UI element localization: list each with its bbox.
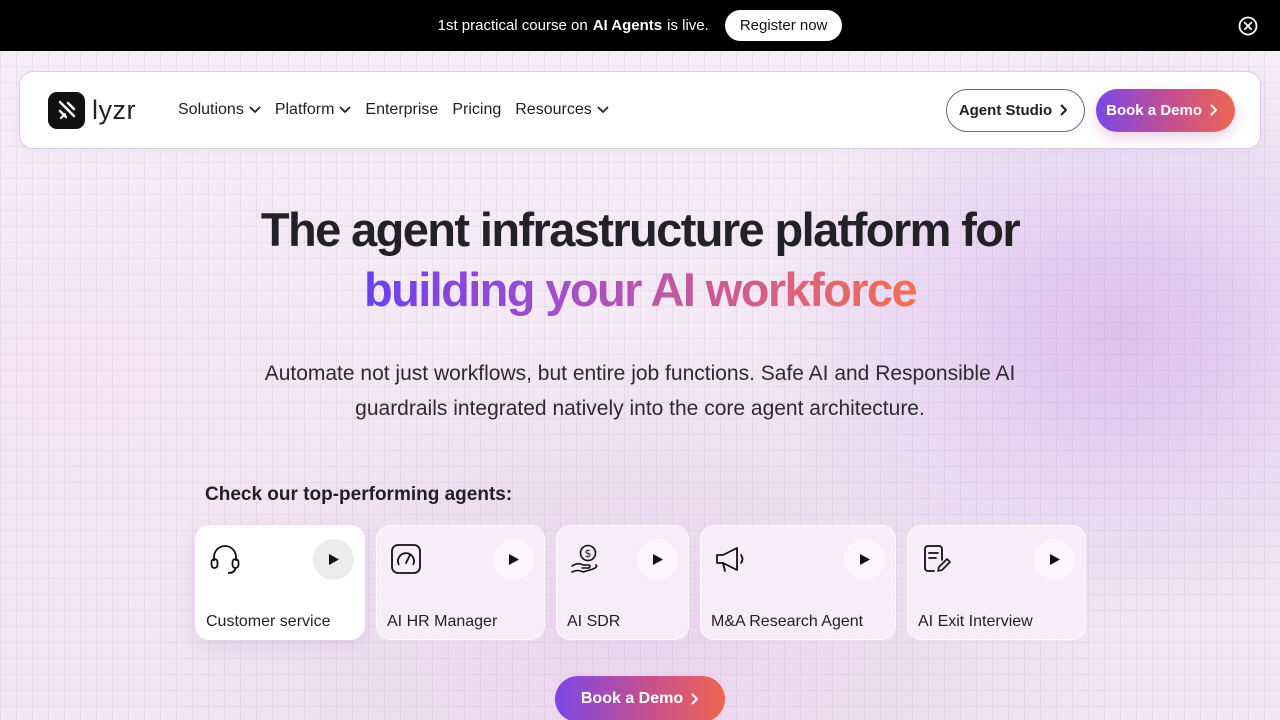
hero-title-line1: The agent infrastructure platform for (260, 203, 1021, 256)
chevron-right-icon (1060, 104, 1068, 116)
announcement-bar: 1st practical course on AI Agents is liv… (0, 0, 1280, 51)
hero-subtitle-line2: guardrails integrated natively into the … (355, 397, 925, 420)
nav-actions: Agent Studio Book a Demo (945, 88, 1235, 132)
nav-item-label: Solutions (178, 101, 244, 118)
announcement-text-before: 1st practical course on (437, 17, 588, 34)
agent-card-label: AI SDR (567, 613, 621, 630)
nav-menu: Solutions Platform Enterprise Pricing Re… (178, 101, 609, 119)
logo[interactable]: lyzr (48, 91, 136, 129)
agent-card-label: Customer service (206, 613, 331, 630)
close-announcement-button[interactable] (1238, 16, 1258, 36)
close-icon (1238, 16, 1258, 36)
hero-book-demo-button[interactable]: Book a Demo (555, 676, 725, 720)
play-icon (1049, 554, 1060, 565)
book-demo-label: Book a Demo (1106, 101, 1202, 119)
hero-subtitle-line1: Automate not just workflows, but entire … (264, 362, 1016, 385)
nav-item-label: Resources (515, 101, 592, 118)
headset-icon (210, 545, 240, 574)
register-now-button[interactable]: Register now (724, 10, 843, 41)
play-button[interactable] (313, 539, 354, 580)
agent-card-label: AI Exit Interview (918, 613, 1033, 630)
agent-card-ma-research[interactable]: M&A Research Agent (700, 525, 896, 640)
hero-section: The agent infrastructure platform for bu… (0, 200, 1280, 426)
nav-item-pricing[interactable]: Pricing (452, 101, 501, 119)
agent-card-ai-hr-manager[interactable]: AI HR Manager (376, 525, 545, 640)
gauge-icon (391, 544, 421, 574)
play-icon (328, 554, 339, 565)
nav-item-label: Platform (274, 101, 335, 118)
agent-card-label: M&A Research Agent (711, 613, 864, 630)
agent-card-ai-sdr[interactable]: $ AI SDR (556, 525, 689, 640)
announcement-text-bold: AI Agents (592, 17, 663, 34)
megaphone-icon (716, 547, 744, 572)
book-demo-button[interactable]: Book a Demo (1096, 88, 1235, 132)
play-button[interactable] (637, 539, 678, 580)
chevron-down-icon (249, 106, 261, 113)
agent-card-ai-exit-interview[interactable]: AI Exit Interview (907, 525, 1086, 640)
play-button[interactable] (844, 539, 885, 580)
svg-text:$: $ (585, 547, 592, 560)
nav-item-resources[interactable]: Resources (515, 101, 609, 119)
hero-subtitle: Automate not just workflows, but entire … (0, 356, 1280, 426)
agent-studio-button[interactable]: Agent Studio (945, 88, 1086, 132)
announcement-text: 1st practical course on AI Agents is liv… (438, 17, 709, 34)
chevron-down-icon (597, 106, 609, 113)
nav-item-solutions[interactable]: Solutions (178, 101, 261, 119)
agent-card-customer-service[interactable]: Customer service (195, 525, 365, 640)
logo-text: lyzr (92, 94, 136, 125)
hero-title-line2: building your AI workforce (364, 260, 918, 320)
play-icon (652, 554, 663, 565)
money-hand-icon: $ (571, 544, 598, 573)
chevron-down-icon (340, 106, 351, 113)
agent-card-label: AI HR Manager (387, 613, 498, 630)
chevron-right-icon (691, 693, 699, 705)
agent-studio-label: Agent Studio (958, 101, 1053, 119)
main-nav: lyzr Solutions Platform Enterprise Prici… (19, 71, 1261, 149)
lyzr-logo-icon (48, 91, 85, 129)
nav-item-label: Enterprise (365, 101, 439, 118)
nav-item-label: Pricing (452, 101, 502, 118)
chevron-right-icon (1210, 104, 1217, 116)
agents-heading: Check our top-performing agents: (205, 484, 513, 505)
play-button[interactable] (1034, 539, 1075, 580)
play-icon (859, 554, 870, 565)
hero-book-demo-label: Book a Demo (580, 690, 684, 707)
nav-item-platform[interactable]: Platform (275, 101, 352, 119)
play-icon (508, 554, 519, 565)
play-button[interactable] (493, 539, 534, 580)
announcement-text-after: is live. (667, 17, 709, 34)
nav-item-enterprise[interactable]: Enterprise (365, 101, 438, 119)
agent-cards: Customer service AI HR Manager $ AI SDR (195, 525, 1086, 640)
document-edit-icon (924, 545, 951, 572)
